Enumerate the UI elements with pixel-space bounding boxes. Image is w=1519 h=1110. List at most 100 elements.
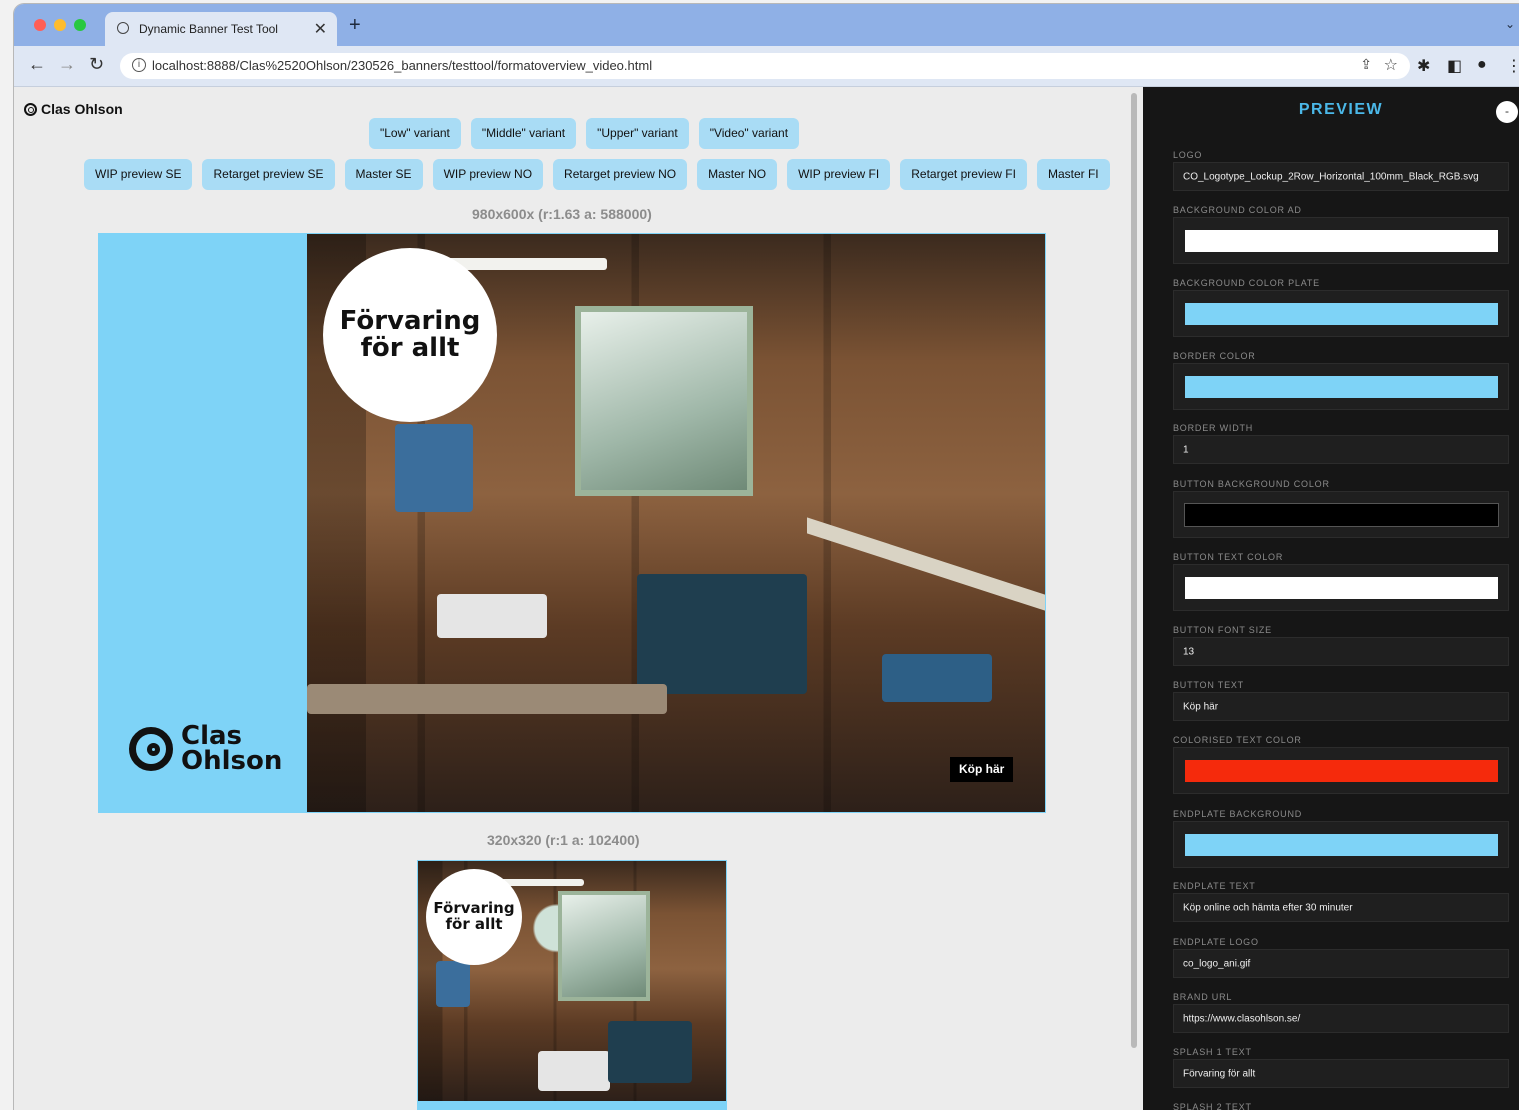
side-panel-icon[interactable]: ◧: [1447, 56, 1462, 76]
profile-avatar-icon[interactable]: ●: [1477, 56, 1487, 74]
active-tab[interactable]: Dynamic Banner Test Tool ✕: [105, 12, 337, 46]
new-tab-button[interactable]: +: [349, 14, 361, 37]
header-brand-text: Clas Ohlson: [41, 101, 123, 117]
video-drawer-cabinet-detail: [395, 424, 473, 512]
button-text-color-field[interactable]: [1173, 564, 1509, 611]
minimize-window-button[interactable]: [54, 19, 66, 31]
cta-button[interactable]: Köp här: [950, 757, 1014, 782]
border-color-swatch[interactable]: [1185, 376, 1498, 398]
url-text[interactable]: localhost:8888/Clas%2520Ohlson/230526_ba…: [152, 58, 652, 73]
format-label-980x600: 980x600x (r:1.63 a: 588000): [472, 206, 652, 222]
master-fi-button[interactable]: Master FI: [1036, 159, 1110, 190]
info-icon[interactable]: i: [132, 58, 146, 72]
video-workbench-detail: [307, 684, 667, 714]
retarget-preview-se-button[interactable]: Retarget preview SE: [202, 159, 335, 190]
share-icon[interactable]: ⇪: [1360, 56, 1372, 73]
video-window-detail: [575, 306, 753, 496]
retarget-preview-fi-button[interactable]: Retarget preview FI: [900, 159, 1027, 190]
globe-icon: [117, 22, 129, 34]
preview-panel: PREVIEW - LOGO CO_Logotype_Lockup_2Row_H…: [1143, 87, 1519, 1110]
bookmark-star-icon[interactable]: ☆: [1384, 55, 1398, 75]
button-text-field[interactable]: Köp här: [1173, 692, 1509, 721]
field-label-endplate-logo: ENDPLATE LOGO: [1173, 937, 1259, 947]
endplate-background-swatch[interactable]: [1185, 834, 1498, 856]
browser-menu-icon[interactable]: ⋮: [1506, 56, 1519, 76]
button-text-color-swatch[interactable]: [1185, 577, 1498, 599]
colorised-text-color-field[interactable]: [1173, 747, 1509, 794]
logo-value: CO_Logotype_Lockup_2Row_Horizontal_100mm…: [1183, 171, 1479, 182]
upper-variant-button[interactable]: "Upper" variant: [586, 118, 689, 149]
button-font-size-value: 13: [1183, 646, 1195, 657]
retarget-preview-no-button[interactable]: Retarget preview NO: [553, 159, 688, 190]
panel-collapse-button[interactable]: -: [1496, 101, 1518, 123]
page-scrollbar[interactable]: [1131, 93, 1137, 1048]
splash-circle: Förvaring för allt: [323, 248, 497, 422]
background-color-ad-swatch[interactable]: [1185, 230, 1498, 252]
background-color-ad-field[interactable]: [1173, 217, 1509, 264]
variant-button-row: "Low" variant "Middle" variant "Upper" v…: [369, 118, 800, 149]
field-label-border-width: BORDER WIDTH: [1173, 423, 1254, 433]
maximize-window-button[interactable]: [74, 19, 86, 31]
wip-preview-no-button[interactable]: WIP preview NO: [432, 159, 544, 190]
background-color-plate-swatch[interactable]: [1185, 303, 1498, 325]
master-no-button[interactable]: Master NO: [697, 159, 778, 190]
extensions-puzzle-icon[interactable]: ✱: [1417, 56, 1430, 76]
background-color-plate-field[interactable]: [1173, 290, 1509, 337]
field-label-button-text-color: BUTTON TEXT COLOR: [1173, 552, 1284, 562]
button-background-color-swatch[interactable]: [1184, 503, 1499, 527]
master-se-button[interactable]: Master SE: [344, 159, 423, 190]
endplate-text-field[interactable]: Köp online och hämta efter 30 minuter: [1173, 893, 1509, 922]
video-window-detail: [558, 891, 650, 1001]
address-bar[interactable]: i localhost:8888/Clas%2520Ohlson/230526_…: [120, 53, 1410, 79]
field-label-border-color: BORDER COLOR: [1173, 351, 1256, 361]
tab-bar: Dynamic Banner Test Tool ✕ + ⌄: [14, 4, 1519, 46]
field-label-brand-url: BRAND URL: [1173, 992, 1233, 1002]
forward-arrow-icon[interactable]: →: [58, 54, 76, 75]
splash-1-text-field[interactable]: Förvaring för allt: [1173, 1059, 1509, 1088]
border-width-value: 1: [1183, 444, 1189, 455]
close-window-button[interactable]: [34, 19, 46, 31]
video-case-detail: [882, 654, 992, 702]
page-content: Clas Ohlson "Low" variant "Middle" varia…: [14, 87, 1142, 1110]
browser-window: Dynamic Banner Test Tool ✕ + ⌄ ← → ↻ i l…: [14, 4, 1519, 1110]
tab-search-chevron-icon[interactable]: ⌄: [1505, 17, 1515, 31]
wip-preview-fi-button[interactable]: WIP preview FI: [787, 159, 891, 190]
field-label-logo: LOGO: [1173, 150, 1203, 160]
banner-brand-text: Clas Ohlson: [181, 723, 283, 776]
back-arrow-icon[interactable]: ←: [28, 54, 46, 75]
video-cloth-detail: [538, 1051, 610, 1091]
video-drawer-cabinet-detail: [436, 961, 470, 1007]
button-background-color-field[interactable]: [1173, 491, 1509, 538]
splash-line-1: Förvaring: [339, 305, 481, 336]
banner-preview-320x320[interactable]: Förvaring för allt: [417, 860, 727, 1110]
clas-ohlson-logo-icon: [24, 102, 37, 116]
splash-circle: Förvaring för allt: [426, 869, 522, 965]
endplate-text-value: Köp online och hämta efter 30 minuter: [1183, 902, 1353, 913]
border-width-field[interactable]: 1: [1173, 435, 1509, 464]
preview-button-row: WIP preview SE Retarget preview SE Maste…: [84, 159, 1110, 190]
format-label-320x320: 320x320 (r:1 a: 102400): [487, 832, 640, 848]
low-variant-button[interactable]: "Low" variant: [369, 118, 461, 149]
endplate-background-field[interactable]: [1173, 821, 1509, 868]
logo-field[interactable]: CO_Logotype_Lockup_2Row_Horizontal_100mm…: [1173, 162, 1509, 191]
wip-preview-se-button[interactable]: WIP preview SE: [84, 159, 193, 190]
button-font-size-field[interactable]: 13: [1173, 637, 1509, 666]
brand-url-field[interactable]: https://www.clasohlson.se/: [1173, 1004, 1509, 1033]
field-label-endplate-background: ENDPLATE BACKGROUND: [1173, 809, 1303, 819]
endplate-logo-field[interactable]: co_logo_ani.gif: [1173, 949, 1509, 978]
field-label-background-color-ad: BACKGROUND COLOR AD: [1173, 205, 1302, 215]
reload-icon[interactable]: ↻: [89, 54, 104, 75]
video-shelf-detail: [807, 517, 1045, 611]
splash-1-text-value: Förvaring för allt: [1183, 1068, 1256, 1079]
video-variant-button[interactable]: "Video" variant: [698, 118, 800, 149]
panel-title: PREVIEW: [1298, 101, 1384, 118]
colorised-text-color-swatch[interactable]: [1185, 760, 1498, 782]
close-tab-icon[interactable]: ✕: [314, 19, 327, 39]
border-color-field[interactable]: [1173, 363, 1509, 410]
field-label-colorised-text-color: COLORISED TEXT COLOR: [1173, 735, 1302, 745]
header-logo: Clas Ohlson: [24, 101, 123, 117]
brand-line-2: Ohlson: [181, 746, 283, 776]
field-label-button-background-color: BUTTON BACKGROUND COLOR: [1173, 479, 1330, 489]
middle-variant-button[interactable]: "Middle" variant: [470, 118, 577, 149]
banner-preview-980x600[interactable]: Förvaring för allt Clas Ohlson Köp här: [98, 233, 1046, 813]
